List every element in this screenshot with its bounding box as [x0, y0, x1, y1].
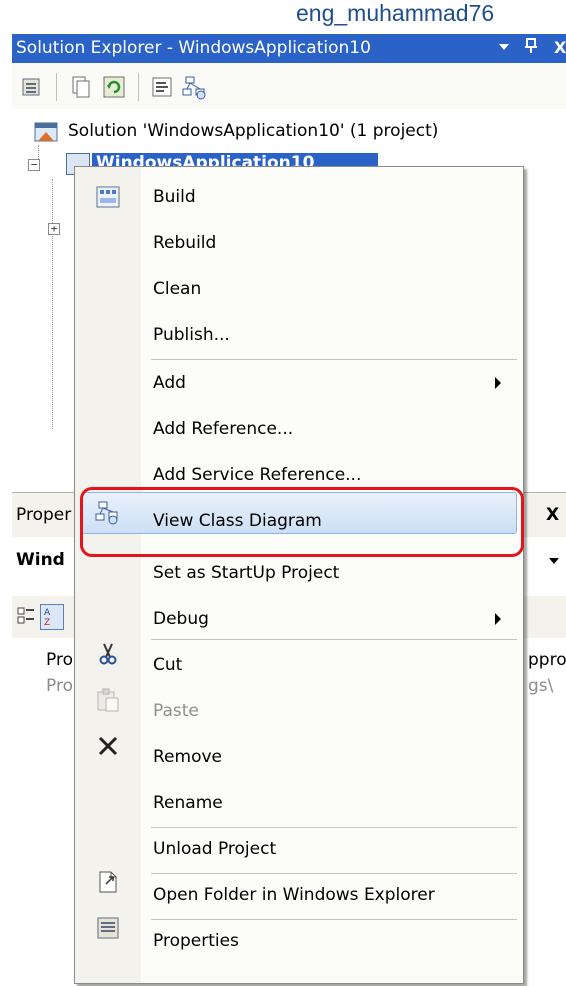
scissors-icon	[95, 641, 121, 667]
expand-expander[interactable]: +	[48, 223, 60, 235]
menu-separator	[151, 827, 517, 828]
solution-explorer-title: Solution Explorer - WindowsApplication10	[16, 38, 371, 58]
menu-item-cut[interactable]: Cut	[153, 655, 182, 675]
solution-icon	[34, 121, 58, 143]
menu-icon-gutter	[75, 167, 141, 983]
paste-icon	[95, 687, 121, 713]
properties-combo-value: Wind	[16, 550, 65, 570]
svg-text:A: A	[44, 608, 51, 618]
properties-toolbar-icon[interactable]	[20, 75, 44, 99]
menu-item-set-startup-project[interactable]: Set as StartUp Project	[153, 563, 339, 583]
menu-item-remove[interactable]: Remove	[153, 747, 222, 767]
combo-dropdown-icon[interactable]	[548, 552, 560, 572]
show-all-files-icon[interactable]	[68, 75, 92, 99]
menu-item-add[interactable]: Add	[153, 373, 186, 393]
collapse-expander[interactable]: −	[28, 159, 40, 171]
author-watermark: eng_muhammad76	[296, 0, 495, 26]
remove-x-icon	[95, 733, 121, 759]
close-icon[interactable]: X	[554, 38, 566, 57]
svg-text:Z: Z	[44, 618, 50, 627]
property-value: gs\	[528, 676, 554, 696]
menu-item-publish[interactable]: Publish...	[153, 325, 230, 345]
tree-line	[52, 179, 53, 429]
dropdown-arrow-icon[interactable]	[498, 38, 510, 57]
menu-item-rename[interactable]: Rename	[153, 793, 223, 813]
property-name: Pro	[46, 650, 73, 670]
properties-close-icon[interactable]: X	[546, 505, 559, 525]
properties-icon	[95, 915, 121, 941]
highlight-annotation-ring	[80, 487, 524, 557]
menu-item-build[interactable]: Build	[153, 187, 196, 207]
toolbar-separator	[138, 73, 139, 101]
alphabetical-icon[interactable]: AZ	[40, 604, 64, 630]
menu-item-unload-project[interactable]: Unload Project	[153, 839, 276, 859]
categorized-icon[interactable]	[16, 606, 36, 626]
property-name: Pro	[46, 676, 73, 696]
solution-explorer-titlebar: Solution Explorer - WindowsApplication10…	[12, 34, 566, 63]
pin-icon[interactable]	[524, 38, 538, 58]
menu-item-add-service-reference[interactable]: Add Service Reference...	[153, 465, 361, 485]
menu-separator	[151, 639, 517, 640]
view-class-diagram-toolbar-icon[interactable]	[182, 75, 206, 100]
menu-item-add-reference[interactable]: Add Reference...	[153, 419, 293, 439]
toolbar-separator	[56, 73, 57, 101]
menu-separator	[151, 919, 517, 920]
solution-node-label[interactable]: Solution 'WindowsApplication10' (1 proje…	[68, 121, 438, 141]
open-folder-icon	[95, 869, 121, 895]
solution-explorer-toolbar	[12, 63, 566, 109]
menu-item-open-folder[interactable]: Open Folder in Windows Explorer	[153, 885, 435, 905]
build-icon	[95, 184, 121, 210]
menu-item-debug[interactable]: Debug	[153, 609, 209, 629]
submenu-arrow-icon	[495, 377, 501, 389]
menu-item-clean[interactable]: Clean	[153, 279, 201, 299]
project-context-menu: Build Rebuild Clean Publish... Add Add R…	[74, 166, 524, 984]
view-code-icon[interactable]	[150, 75, 174, 99]
submenu-arrow-icon	[495, 613, 501, 625]
refresh-icon[interactable]	[102, 75, 126, 99]
menu-item-rebuild[interactable]: Rebuild	[153, 233, 216, 253]
menu-item-paste: Paste	[153, 701, 199, 721]
menu-separator	[151, 359, 517, 360]
menu-item-properties[interactable]: Properties	[153, 931, 239, 951]
menu-separator	[151, 873, 517, 874]
property-value: ppro	[528, 650, 566, 670]
properties-title: Proper	[16, 505, 72, 525]
